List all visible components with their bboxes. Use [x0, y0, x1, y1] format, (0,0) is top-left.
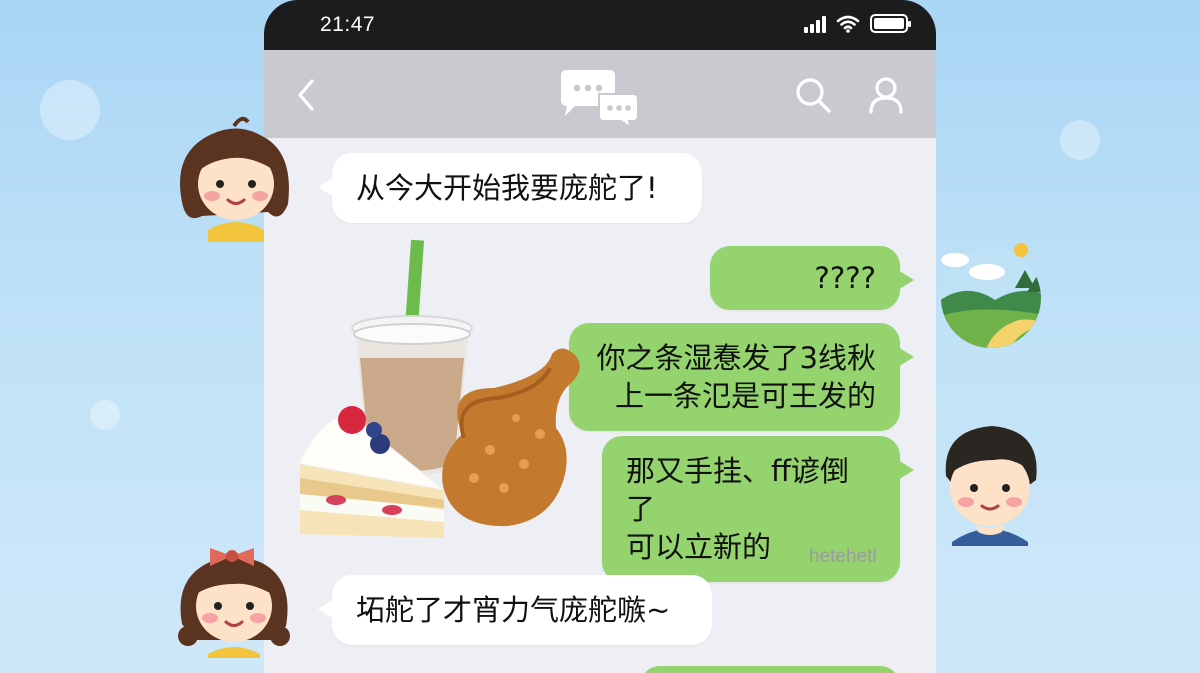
avatar-boy[interactable] — [932, 416, 1048, 546]
food-image[interactable] — [294, 238, 594, 558]
message-bubble-outgoing[interactable]: ???? — [710, 246, 914, 310]
background-dot — [1060, 120, 1100, 160]
search-icon[interactable] — [794, 76, 832, 114]
chat-header — [264, 50, 936, 138]
background-dot — [90, 400, 120, 430]
message-bubble-outgoing[interactable]: 你之条湿惷发了3线秋 上一条氾是可王发的 — [569, 323, 914, 431]
avatar-girl[interactable] — [172, 112, 296, 242]
message-text: 从今大开始我要庞舵了! — [356, 171, 658, 205]
status-time: 21:47 — [320, 13, 376, 36]
message-text: 坧舵了才宵力气庞舵嗾~ — [356, 593, 671, 627]
chat-bubbles-icon — [561, 70, 639, 128]
message-line: 上一条氾是可王发的 — [614, 379, 876, 413]
battery-icon — [870, 14, 911, 33]
message-bubble-incoming[interactable]: 坧舵了才宵力气庞舵嗾~ — [318, 575, 712, 645]
phone-screen: 21:47 从今大开始我要庞舵了! ???? 你之条湿惷发了3线秋 上一条氾是可… — [264, 0, 936, 673]
message-line: 那又手挂、ff谚倒了 — [626, 454, 849, 526]
status-bar: 21:47 — [264, 0, 936, 50]
chat-area: 从今大开始我要庞舵了! ???? 你之条湿惷发了3线秋 上一条氾是可王发的 那又… — [264, 138, 936, 673]
signal-icon — [804, 15, 826, 33]
wifi-icon — [836, 15, 860, 33]
message-bubble-outgoing-partial — [640, 666, 900, 673]
message-line: 你之条湿惷发了3线秋 — [596, 341, 876, 375]
background-dot — [40, 80, 100, 140]
message-text: ???? — [814, 261, 876, 295]
user-icon[interactable] — [868, 76, 904, 114]
avatar-landscape[interactable] — [935, 240, 1051, 352]
status-icons — [804, 14, 911, 33]
message-bubble-incoming[interactable]: 从今大开始我要庞舵了! — [318, 153, 702, 223]
chevron-left-icon[interactable] — [294, 78, 320, 112]
signature-text: hetehetl — [809, 546, 877, 567]
avatar-girl-bow[interactable] — [174, 528, 294, 658]
